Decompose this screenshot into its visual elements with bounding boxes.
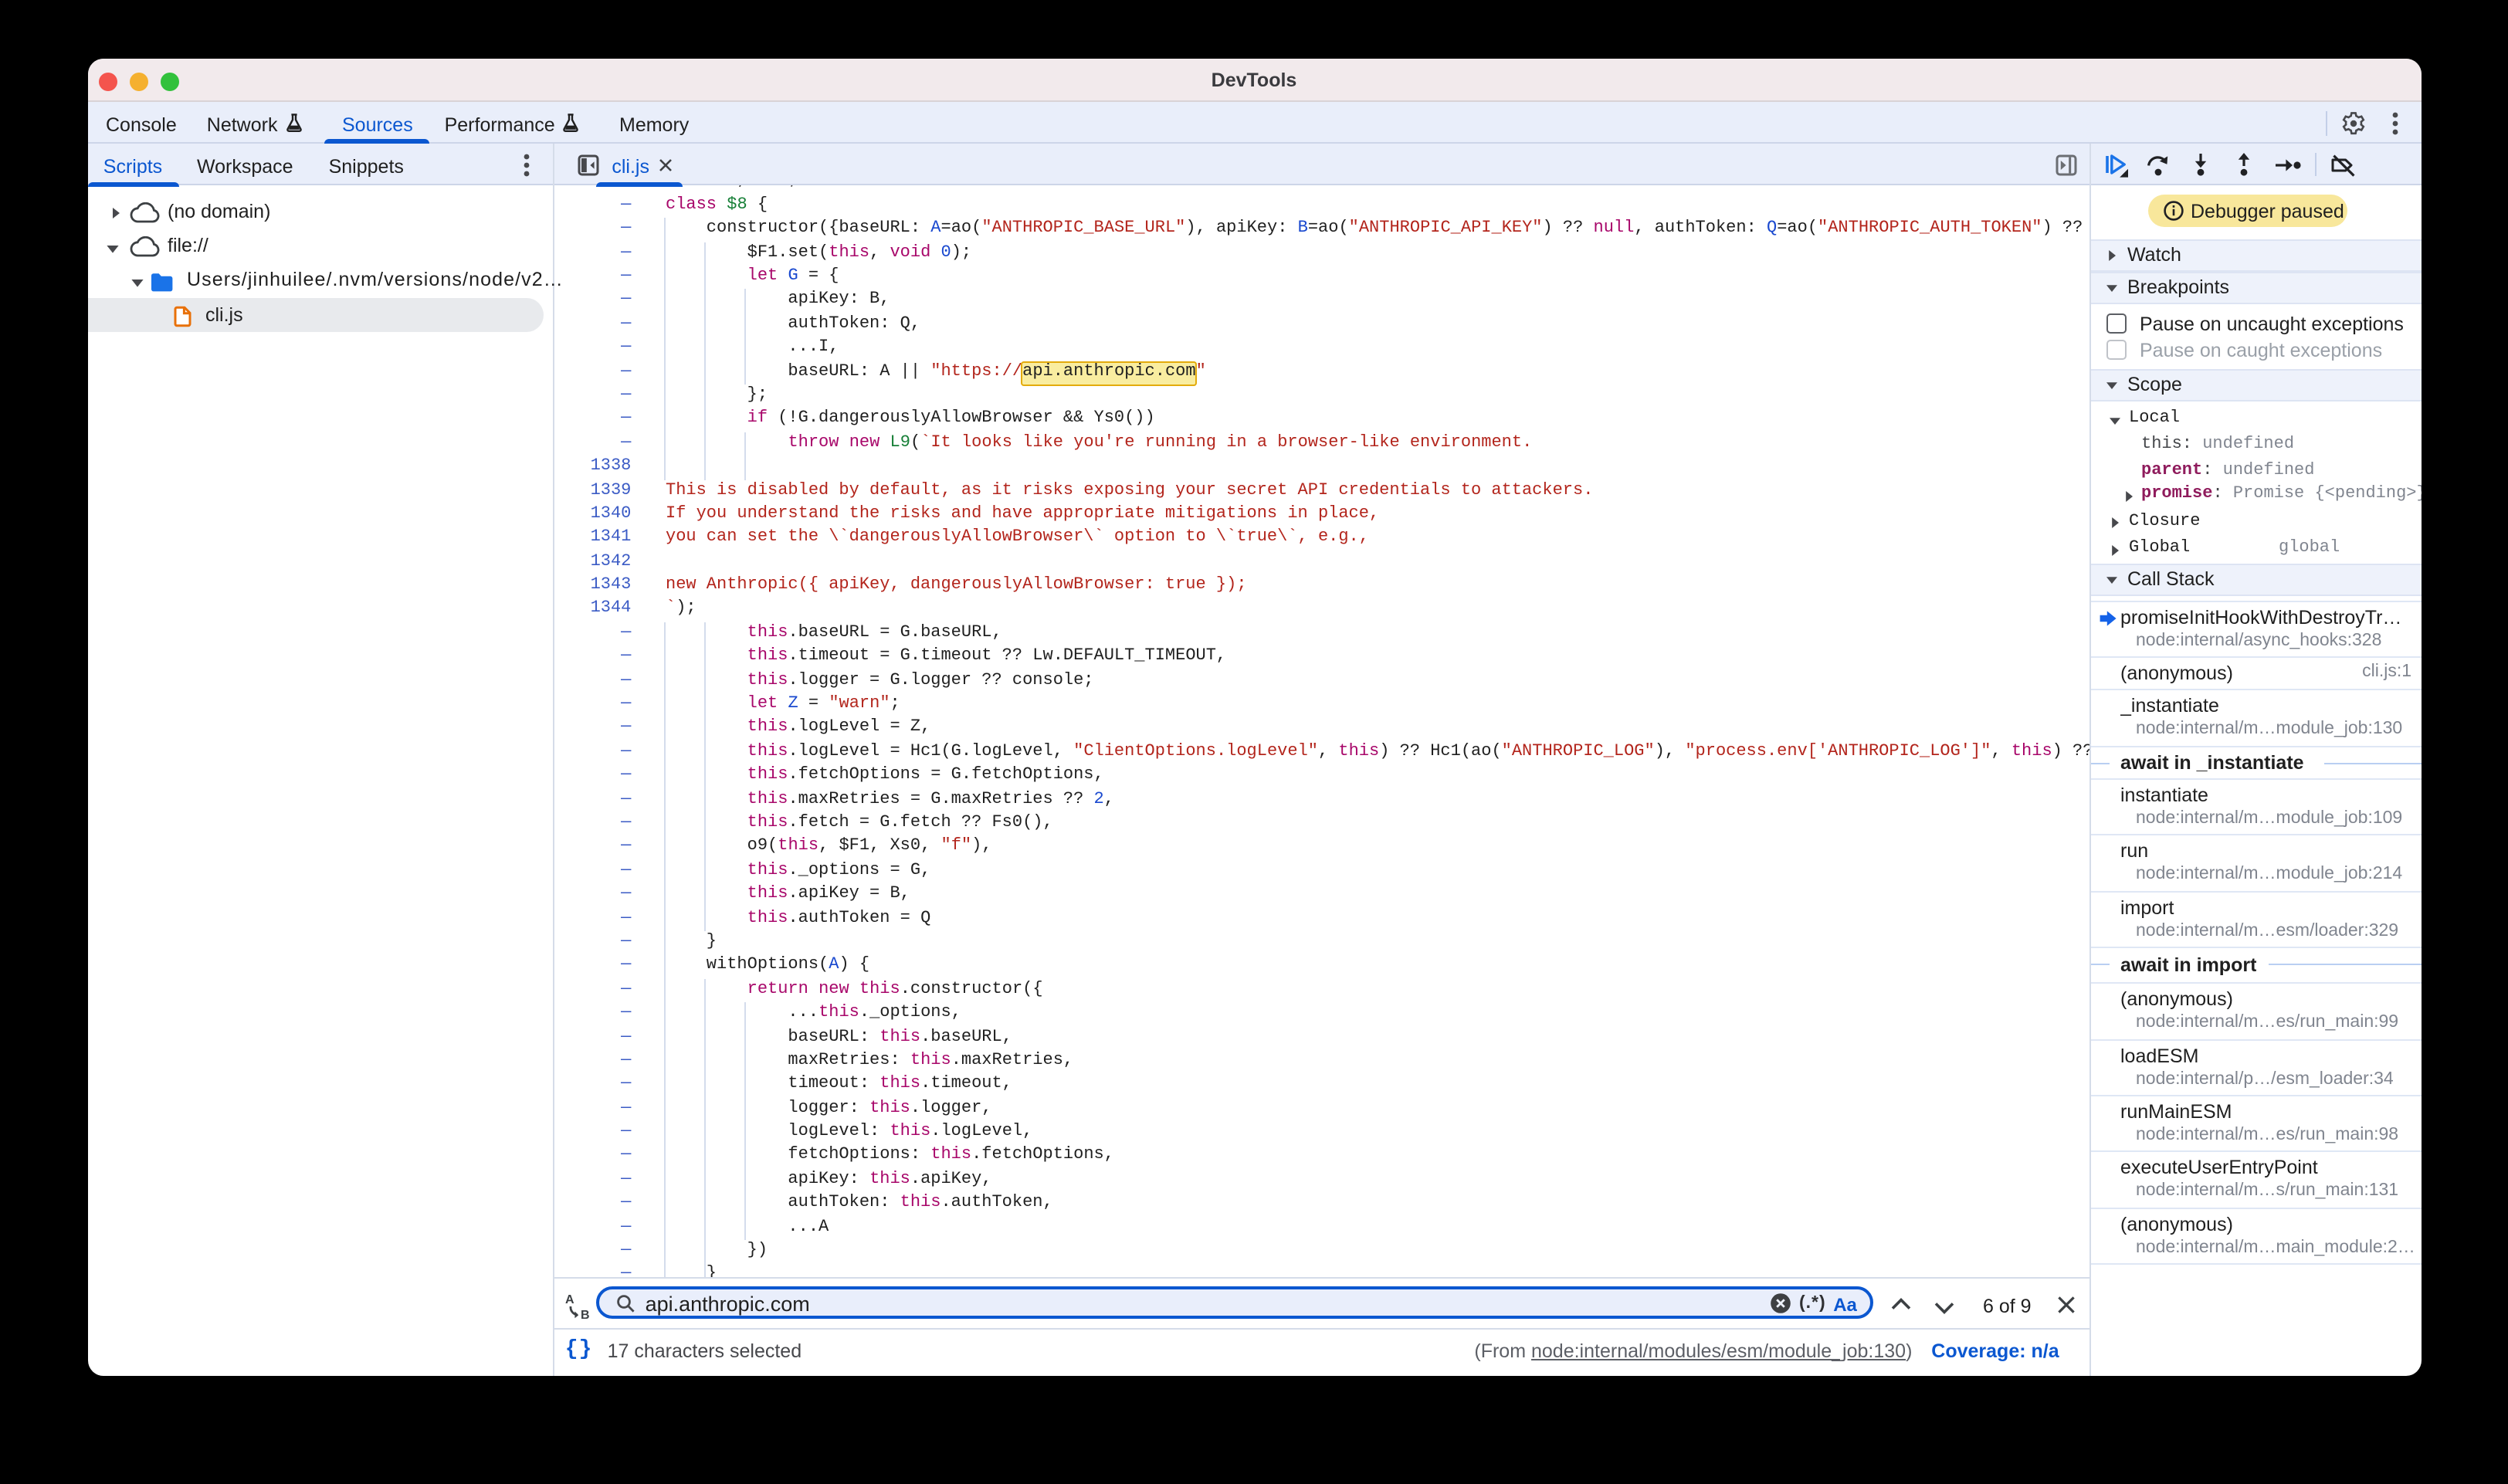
svg-text:B: B [580, 1309, 589, 1320]
svg-text:A: A [564, 1293, 574, 1306]
